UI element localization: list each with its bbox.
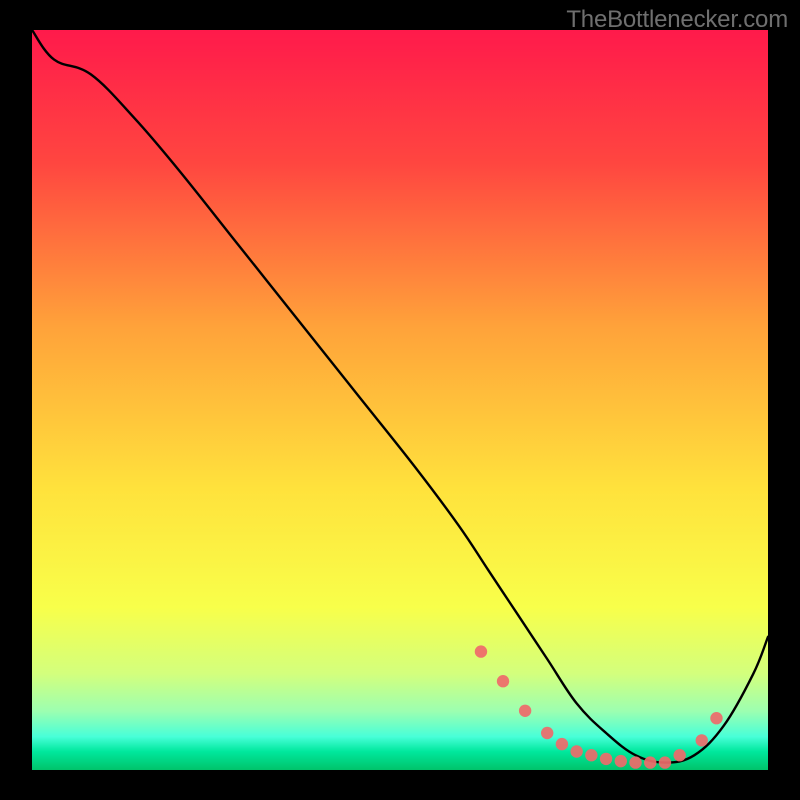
marker-dot xyxy=(556,738,568,750)
marker-dot xyxy=(673,749,685,761)
marker-dot xyxy=(696,734,708,746)
marker-dot xyxy=(570,745,582,757)
chart-background xyxy=(32,30,768,770)
marker-dot xyxy=(615,755,627,767)
marker-dot xyxy=(475,645,487,657)
marker-dot xyxy=(629,756,641,768)
marker-dot xyxy=(600,753,612,765)
marker-dot xyxy=(519,705,531,717)
marker-dot xyxy=(710,712,722,724)
chart-svg xyxy=(32,30,768,770)
marker-dot xyxy=(497,675,509,687)
marker-dot xyxy=(585,749,597,761)
marker-dot xyxy=(659,756,671,768)
marker-dot xyxy=(541,727,553,739)
marker-dot xyxy=(644,756,656,768)
chart-frame xyxy=(32,30,768,770)
